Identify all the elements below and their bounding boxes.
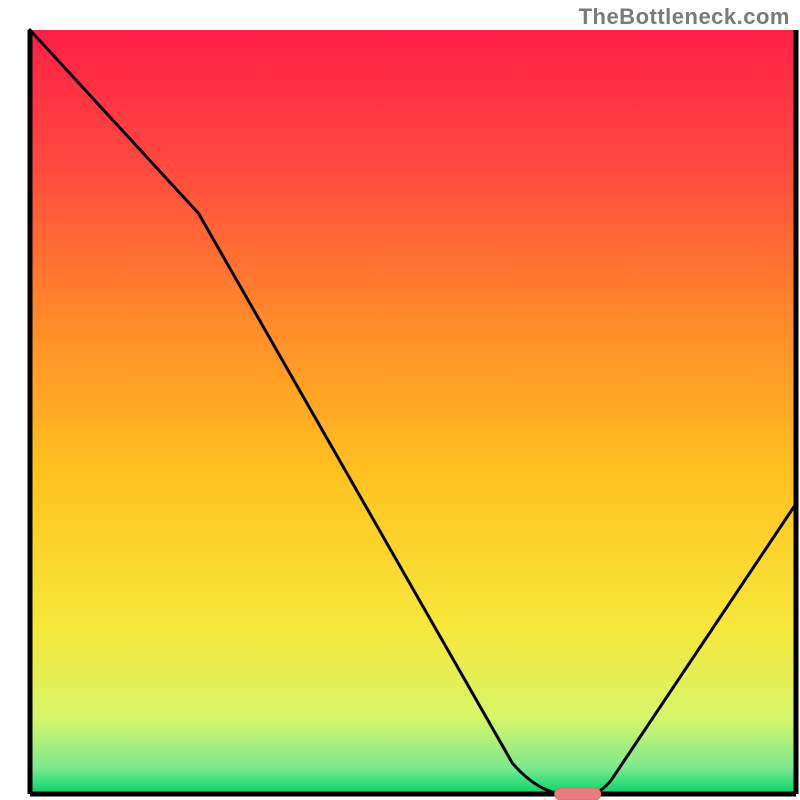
bottleneck-chart — [0, 0, 800, 800]
optimum-marker — [555, 788, 601, 800]
watermark-text: TheBottleneck.com — [579, 4, 790, 30]
chart-stage: TheBottleneck.com — [0, 0, 800, 800]
plot-background — [30, 30, 796, 794]
